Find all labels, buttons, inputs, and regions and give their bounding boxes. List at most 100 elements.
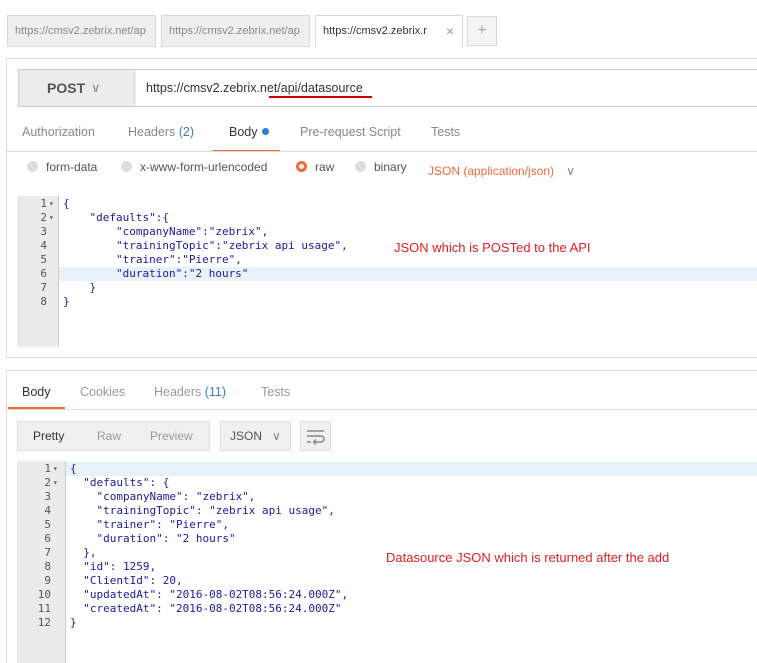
response-tab-headers[interactable]: Headers (11) bbox=[154, 385, 226, 399]
content-type-select[interactable]: JSON (application/json) ∨ bbox=[428, 164, 575, 178]
pretty-button[interactable]: Pretty bbox=[33, 422, 64, 450]
radio-label: binary bbox=[374, 160, 407, 174]
radio-urlencoded[interactable]: x-www-form-urlencoded bbox=[121, 160, 267, 174]
line-number: 8 bbox=[44, 560, 51, 573]
chevron-down-icon: ∨ bbox=[272, 429, 281, 443]
request-tab-2[interactable]: https://cmsv2.zebrix.net/ap bbox=[161, 15, 310, 47]
code-line: "trainer": "Pierre", bbox=[70, 518, 229, 531]
code-line: { bbox=[70, 462, 77, 475]
line-number: 11 bbox=[37, 602, 51, 615]
body-modified-dot bbox=[261, 128, 269, 135]
radio-label: raw bbox=[315, 160, 335, 174]
line-number: 1 bbox=[40, 197, 47, 210]
line-number: 4 bbox=[44, 504, 51, 517]
tab-headers-label: Headers bbox=[128, 125, 176, 139]
line-number: 10 bbox=[37, 588, 51, 601]
divider bbox=[6, 151, 757, 152]
tab-tests[interactable]: Tests bbox=[431, 125, 460, 139]
code-line: "defaults":{ bbox=[63, 211, 169, 224]
line-number: 1 bbox=[44, 462, 51, 475]
line-number: 5 bbox=[40, 253, 47, 266]
line-number: 2 bbox=[40, 211, 47, 224]
url-underline-annotation bbox=[269, 96, 372, 98]
radio-form-data[interactable]: form-data bbox=[27, 160, 97, 174]
request-tab-3[interactable]: https://cmsv2.zebrix.r × bbox=[315, 15, 463, 47]
line-number: 5 bbox=[44, 518, 51, 531]
code-line: "trainingTopic":"zebrix api usage", bbox=[63, 239, 348, 252]
line-number: 9 bbox=[44, 574, 51, 587]
line-number: 3 bbox=[40, 225, 47, 238]
add-tab-button[interactable]: + bbox=[467, 16, 497, 46]
radio-label: x-www-form-urlencoded bbox=[140, 160, 268, 174]
tab-headers[interactable]: Headers (2) bbox=[128, 125, 194, 139]
code-line: } bbox=[63, 281, 97, 294]
headers-count: (2) bbox=[178, 125, 195, 139]
code-line: "duration": "2 hours" bbox=[70, 532, 236, 545]
response-headers-count: (11) bbox=[204, 385, 227, 399]
code-line: } bbox=[63, 295, 70, 308]
tab-body[interactable]: Body bbox=[229, 125, 269, 139]
radio-icon bbox=[27, 161, 38, 172]
response-tab-body-label: Body bbox=[22, 385, 51, 399]
code-line: "companyName":"zebrix", bbox=[63, 225, 269, 238]
radio-icon bbox=[121, 161, 132, 172]
fold-icon[interactable]: ▾ bbox=[49, 211, 54, 225]
request-annotation: JSON which is POSTed to the API bbox=[394, 240, 591, 255]
radio-icon bbox=[296, 161, 307, 172]
radio-icon bbox=[355, 161, 366, 172]
active-line-highlight bbox=[66, 462, 757, 476]
response-tab-tests[interactable]: Tests bbox=[261, 385, 290, 399]
line-number: 7 bbox=[40, 281, 47, 294]
response-tab-headers-label: Headers bbox=[154, 385, 202, 399]
wrap-lines-button[interactable] bbox=[300, 421, 331, 451]
code-line: "ClientId": 20, bbox=[70, 574, 183, 587]
tab-label: https://cmsv2.zebrix.r bbox=[323, 25, 427, 37]
code-line: "companyName": "zebrix", bbox=[70, 490, 256, 503]
line-number: 8 bbox=[40, 295, 47, 308]
tab-authorization[interactable]: Authorization bbox=[22, 125, 95, 139]
raw-button[interactable]: Raw bbox=[97, 422, 121, 450]
tab-prerequest[interactable]: Pre-request Script bbox=[300, 125, 401, 139]
request-tab-1[interactable]: https://cmsv2.zebrix.net/ap bbox=[7, 15, 156, 47]
radio-binary[interactable]: binary bbox=[355, 160, 407, 174]
format-toggle-group: Pretty Raw Preview bbox=[17, 421, 210, 451]
code-line: "id": 1259, bbox=[70, 560, 157, 573]
method-select[interactable]: POST ∨ bbox=[19, 70, 135, 106]
code-line: "updatedAt": "2016-08-02T08:56:24.000Z", bbox=[70, 588, 349, 601]
wrap-icon bbox=[307, 430, 325, 446]
response-annotation: Datasource JSON which is returned after … bbox=[386, 550, 670, 565]
format-type-label: JSON bbox=[230, 429, 263, 443]
line-number: 6 bbox=[40, 267, 47, 280]
url-input[interactable]: https://cmsv2.zebrix.net/api/datasource bbox=[136, 70, 757, 106]
response-tab-cookies[interactable]: Cookies bbox=[80, 385, 125, 399]
radio-raw[interactable]: raw bbox=[296, 160, 334, 174]
method-label: POST bbox=[47, 80, 86, 96]
fold-icon[interactable]: ▾ bbox=[53, 476, 58, 490]
tab-label: https://cmsv2.zebrix.net/ap bbox=[169, 25, 300, 37]
line-number: 4 bbox=[40, 239, 47, 252]
tab-bar: https://cmsv2.zebrix.net/ap https://cmsv… bbox=[0, 0, 757, 58]
code-line: "trainingTopic": "zebrix api usage", bbox=[70, 504, 335, 517]
line-number: 7 bbox=[44, 546, 51, 559]
tab-label: https://cmsv2.zebrix.net/ap bbox=[15, 25, 146, 37]
code-line: { bbox=[63, 197, 70, 210]
content-type-label: JSON (application/json) bbox=[428, 164, 555, 178]
response-tab-body[interactable]: Body bbox=[22, 385, 51, 399]
code-line: } bbox=[70, 616, 77, 629]
preview-button[interactable]: Preview bbox=[150, 422, 193, 450]
format-type-select[interactable]: JSON ∨ bbox=[220, 421, 291, 451]
code-line: "defaults": { bbox=[70, 476, 170, 489]
code-line: "createdAt": "2016-08-02T08:56:24.000Z" bbox=[70, 602, 342, 615]
line-number: 12 bbox=[37, 616, 51, 629]
code-line: }, bbox=[70, 546, 97, 559]
code-line: "trainer":"Pierre", bbox=[63, 253, 242, 266]
close-icon[interactable]: × bbox=[446, 16, 454, 46]
code-line: "duration":"2 hours" bbox=[63, 267, 249, 280]
radio-label: form-data bbox=[46, 160, 98, 174]
chevron-down-icon: ∨ bbox=[91, 80, 101, 95]
request-body-editor[interactable]: 1 ▾ {2 ▾ "defaults":{ 3 "companyName":"zebri… bbox=[18, 196, 757, 347]
line-number: 2 bbox=[44, 476, 51, 489]
divider bbox=[6, 409, 757, 410]
fold-icon[interactable]: ▾ bbox=[53, 462, 58, 476]
fold-icon[interactable]: ▾ bbox=[49, 197, 54, 211]
